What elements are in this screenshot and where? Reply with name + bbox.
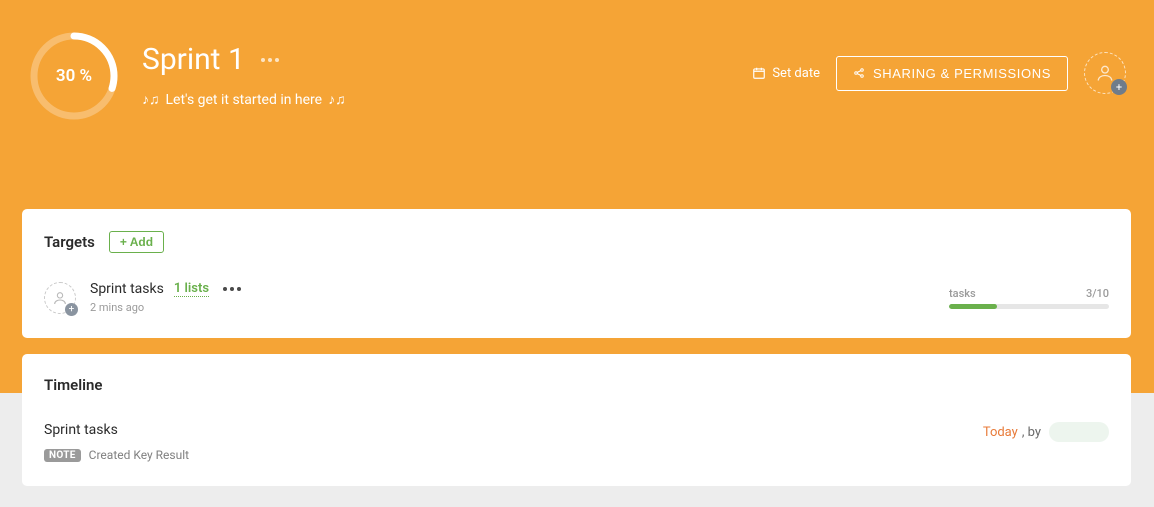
target-lists-link[interactable]: 1 lists bbox=[174, 281, 209, 297]
person-icon bbox=[52, 290, 68, 306]
assign-owner-button[interactable]: + bbox=[44, 282, 76, 314]
add-owner-avatar[interactable]: + bbox=[1084, 52, 1126, 94]
target-row: + Sprint tasks 1 lists 2 mins ago tasks … bbox=[44, 281, 1109, 314]
share-label: SHARING & PERMISSIONS bbox=[873, 66, 1051, 81]
target-timestamp: 2 mins ago bbox=[90, 301, 949, 314]
target-more-icon[interactable] bbox=[223, 287, 241, 291]
page-title: Sprint 1 bbox=[142, 42, 245, 77]
note-badge: NOTE bbox=[44, 449, 81, 462]
timeline-date: Today bbox=[983, 425, 1018, 440]
music-note-icon: ♪♫ bbox=[328, 91, 346, 108]
progress-bar bbox=[949, 304, 1109, 309]
timeline-by-label: , by bbox=[1022, 425, 1041, 440]
target-name[interactable]: Sprint tasks bbox=[90, 281, 164, 297]
sharing-permissions-button[interactable]: SHARING & PERMISSIONS bbox=[836, 56, 1068, 91]
share-icon bbox=[853, 67, 865, 79]
timeline-heading: Timeline bbox=[44, 376, 1109, 394]
progress-ring: 30 % bbox=[28, 30, 120, 122]
progress-bar-fill bbox=[949, 304, 997, 309]
timeline-card: Timeline Sprint tasks NOTE Created Key R… bbox=[22, 354, 1131, 486]
set-date-button[interactable]: Set date bbox=[752, 66, 820, 81]
progress-percent: 30 % bbox=[28, 30, 120, 122]
progress-unit-label: tasks bbox=[949, 287, 976, 300]
targets-heading: Targets bbox=[44, 233, 95, 251]
set-date-label: Set date bbox=[772, 66, 820, 81]
timeline-user-chip[interactable] bbox=[1049, 422, 1109, 442]
progress-count: 3/10 bbox=[1086, 287, 1109, 300]
add-target-button[interactable]: + Add bbox=[109, 231, 164, 253]
target-progress: tasks 3/10 bbox=[949, 287, 1109, 309]
calendar-icon bbox=[752, 66, 766, 80]
targets-card: Targets + Add + Sprint tasks 1 lists bbox=[22, 209, 1131, 338]
timeline-item-name: Sprint tasks bbox=[44, 422, 983, 438]
music-note-icon: ♪♫ bbox=[142, 91, 160, 108]
timeline-note-text: Created Key Result bbox=[89, 448, 189, 462]
plus-icon: + bbox=[1111, 79, 1127, 95]
plus-icon: + bbox=[65, 303, 78, 316]
person-icon bbox=[1095, 63, 1115, 83]
more-options-icon[interactable] bbox=[261, 58, 279, 62]
timeline-row: Sprint tasks NOTE Created Key Result Tod… bbox=[44, 422, 1109, 462]
page-subtitle: ♪♫ Let's get it started in here ♪♫ bbox=[142, 91, 346, 108]
subtitle-text: Let's get it started in here bbox=[166, 92, 323, 108]
